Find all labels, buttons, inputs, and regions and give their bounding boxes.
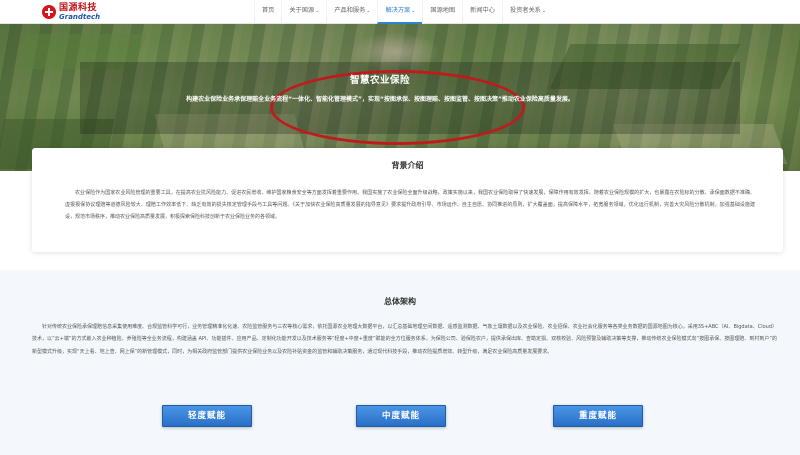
background-text: 农业保险作为国家农业风险管理的重要工具，在提高农业抗风险能力、促进农民增收、维护… bbox=[65, 190, 755, 221]
chevron-down-icon: ⌄ bbox=[411, 8, 416, 14]
background-card: 背景介绍 农业保险作为国家农业风险管理的重要工具，在提高农业抗风险能力、促进农民… bbox=[32, 148, 783, 252]
nav-about[interactable]: 关于国源⌄ bbox=[281, 0, 326, 24]
background-title: 背景介绍 bbox=[391, 161, 424, 170]
nav-news[interactable]: 新闻中心 bbox=[462, 0, 502, 24]
logo-name-cn: 国源科技 bbox=[59, 2, 98, 13]
nav-solutions[interactable]: 解决方案⌄ bbox=[377, 0, 423, 24]
logo-emblem-icon bbox=[42, 5, 56, 19]
nav-home[interactable]: 首页 bbox=[254, 0, 281, 24]
logo-name-en: Grandtech bbox=[59, 12, 101, 21]
chevron-down-icon: ⌄ bbox=[366, 8, 371, 14]
banner-subtitle: 构建农业保险业务承保理赔全业务流程“一体化、智能化管理模式”，实现“按图承保、按… bbox=[186, 96, 574, 103]
top-header: 国源科技 Grandtech 首页 关于国源⌄ 产品和服务⌄ 解决方案⌄ 国源地… bbox=[0, 0, 800, 24]
site-logo[interactable]: 国源科技 Grandtech bbox=[42, 1, 100, 23]
nav-products[interactable]: 产品和服务⌄ bbox=[326, 0, 377, 24]
banner-title: 智慧农业保险 bbox=[349, 75, 410, 86]
chevron-down-icon: ⌄ bbox=[315, 8, 320, 14]
chevron-down-icon: ⌄ bbox=[541, 8, 547, 14]
heavy-empowerment-button[interactable]: 重度赋能 bbox=[553, 405, 643, 427]
architecture-section: 总体架构 针对传统农业保险承保理赔信息采集使用难度、合规监管科学可行，业务管理精… bbox=[0, 270, 800, 455]
nav-map[interactable]: 国源地图 bbox=[422, 0, 462, 24]
architecture-text: 针对传统农业保险承保理赔信息采集使用难度、合规监管科学可行，业务管理精准化化速、… bbox=[32, 324, 777, 355]
main-nav: 首页 关于国源⌄ 产品和服务⌄ 解决方案⌄ 国源地图 新闻中心 投资者关系⌄ bbox=[254, 0, 553, 24]
architecture-title: 总体架构 bbox=[384, 297, 416, 306]
light-empowerment-button[interactable]: 轻度赋能 bbox=[162, 405, 252, 427]
medium-empowerment-button[interactable]: 中度赋能 bbox=[356, 405, 446, 427]
nav-investors[interactable]: 投资者关系⌄ bbox=[501, 0, 553, 24]
